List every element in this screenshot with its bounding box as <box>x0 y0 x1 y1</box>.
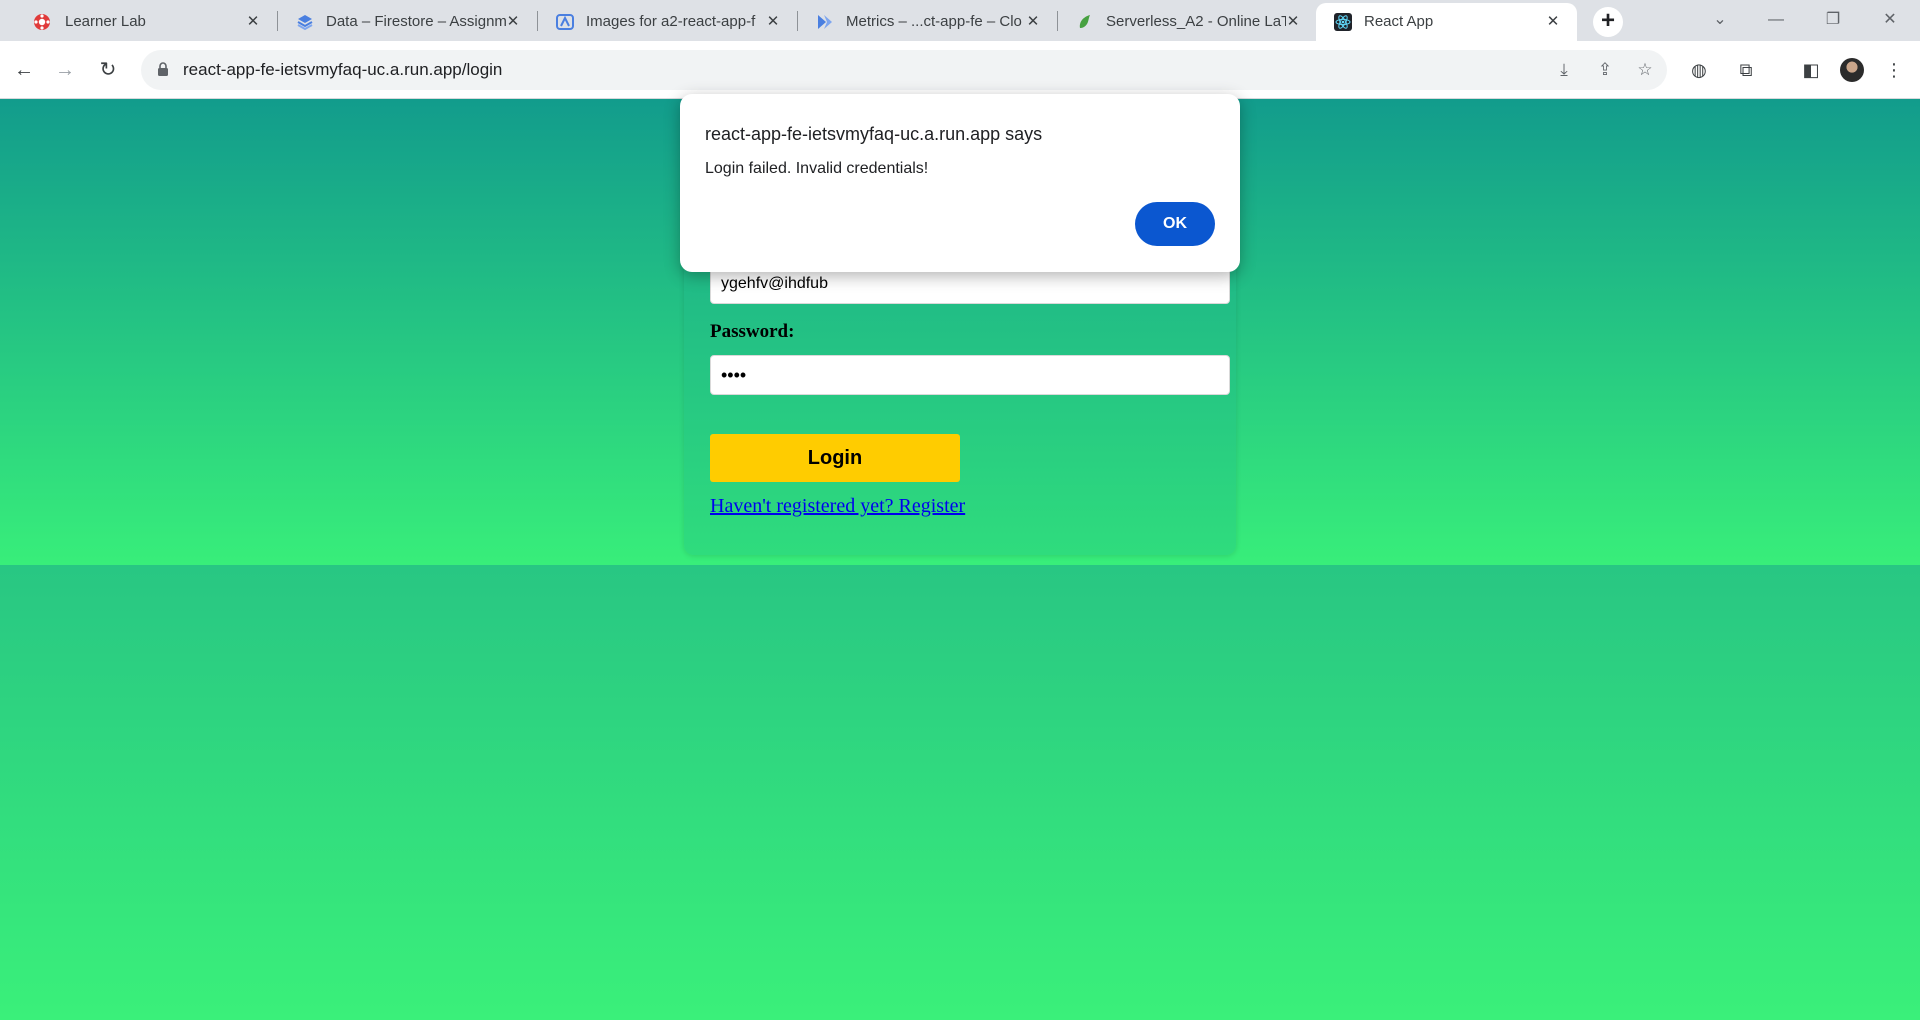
translate-extension-icon[interactable]: ◍ <box>1685 56 1713 84</box>
url-text: react-app-fe-ietsvmyfaq-uc.a.run.app/log… <box>183 60 503 79</box>
address-bar[interactable]: react-app-fe-ietsvmyfaq-uc.a.run.app/log… <box>141 50 1667 90</box>
ok-button[interactable]: OK <box>1135 202 1215 246</box>
tab-search-icon[interactable]: ⌄ <box>1700 4 1740 36</box>
browser-toolbar: ← → ↻ react-app-fe-ietsvmyfaq-uc.a.run.a… <box>0 41 1920 99</box>
tab-title: Serverless_A2 - Online LaT <box>1106 13 1286 30</box>
tab-react-app[interactable]: React App ✕ <box>1316 3 1577 41</box>
artifact-registry-icon <box>556 14 574 30</box>
lock-icon <box>158 62 168 76</box>
bookmark-star-icon[interactable]: ☆ <box>1633 58 1657 82</box>
password-field[interactable]: •••• <box>710 355 1230 395</box>
forward-icon[interactable]: → <box>49 54 81 86</box>
close-icon[interactable]: ✕ <box>1283 12 1303 32</box>
new-tab-button[interactable]: + <box>1593 7 1623 37</box>
login-button[interactable]: Login <box>710 434 960 482</box>
close-icon[interactable]: ✕ <box>1543 12 1563 32</box>
extensions-icon[interactable]: ⧉ <box>1732 56 1760 84</box>
minimize-icon[interactable]: — <box>1756 4 1796 36</box>
overleaf-icon <box>1079 15 1090 28</box>
reload-icon[interactable]: ↻ <box>92 54 124 86</box>
tab-title: Metrics – ...ct-app-fe – Clo <box>846 13 1022 30</box>
register-link[interactable]: Haven't registered yet? Register <box>710 495 965 518</box>
avatar[interactable] <box>1840 58 1864 82</box>
side-panel-icon[interactable]: ◧ <box>1797 56 1825 84</box>
window-close-icon[interactable]: ✕ <box>1870 4 1910 36</box>
dialog-message: Login failed. Invalid credentials! <box>705 160 929 177</box>
alert-dialog: react-app-fe-ietsvmyfaq-uc.a.run.app say… <box>680 94 1240 272</box>
install-app-icon[interactable]: ⤓ <box>1552 58 1576 82</box>
cloud-run-icon <box>818 15 832 29</box>
restore-icon[interactable]: ❐ <box>1813 4 1853 36</box>
menu-kebab-icon[interactable]: ⋮ <box>1880 56 1908 84</box>
tab-title: Data – Firestore – Assignm <box>326 13 506 30</box>
dialog-title: react-app-fe-ietsvmyfaq-uc.a.run.app say… <box>705 124 1043 144</box>
back-icon[interactable]: ← <box>8 54 40 86</box>
close-icon[interactable]: ✕ <box>243 12 263 32</box>
password-label: Password: <box>710 321 795 342</box>
tab-metrics[interactable]: Metrics – ...ct-app-fe – Clo ✕ <box>798 3 1057 41</box>
close-icon[interactable]: ✕ <box>763 12 783 32</box>
tab-title: Learner Lab <box>65 13 146 30</box>
tab-firestore[interactable]: Data – Firestore – Assignm ✕ <box>278 3 537 41</box>
tab-strip: Learner Lab ✕ Data – Firestore – Assignm… <box>0 0 1920 41</box>
close-icon[interactable]: ✕ <box>503 12 523 32</box>
tab-overleaf[interactable]: Serverless_A2 - Online LaT ✕ <box>1058 3 1317 41</box>
learner-lab-icon <box>34 14 50 30</box>
close-icon[interactable]: ✕ <box>1023 12 1043 32</box>
tab-title: React App <box>1364 13 1434 30</box>
react-icon <box>1334 13 1352 31</box>
tab-title: Images for a2-react-app-f <box>586 13 756 30</box>
tab-images[interactable]: Images for a2-react-app-f ✕ <box>538 3 797 41</box>
share-icon[interactable]: ⇪ <box>1593 58 1617 82</box>
firestore-icon <box>297 15 313 31</box>
tab-learner-lab[interactable]: Learner Lab ✕ <box>0 3 277 41</box>
